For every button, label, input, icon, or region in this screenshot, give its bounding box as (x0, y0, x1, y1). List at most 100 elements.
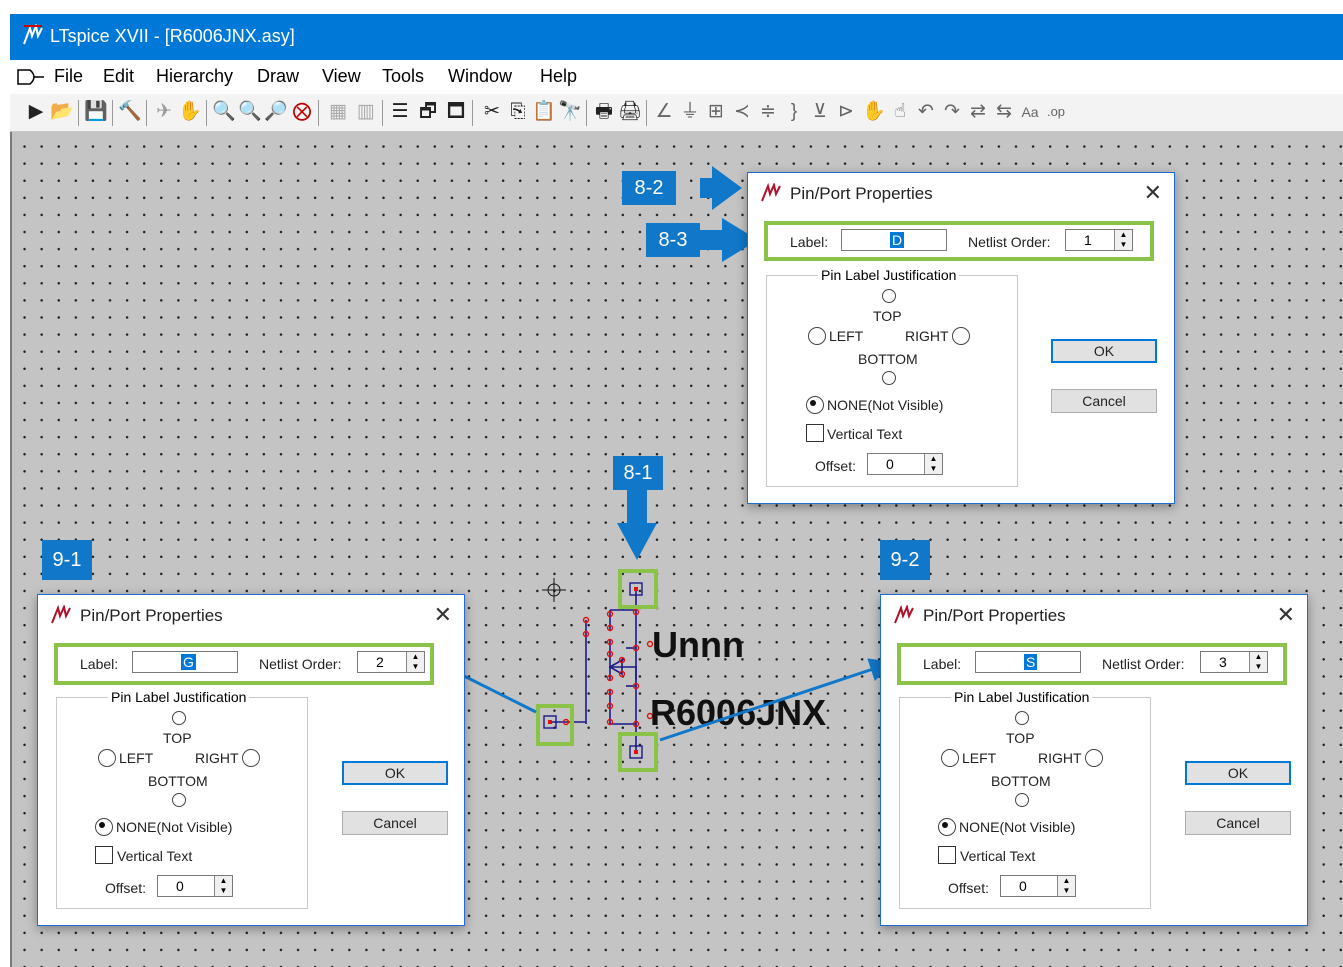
cascade-icon[interactable]: 🗗 (416, 100, 440, 124)
dialog-title: Pin/Port Properties (923, 606, 1066, 625)
rotate-icon[interactable]: ⇄ (966, 100, 990, 124)
netlist-order-stepper[interactable]: 1 ▲ ▼ (1065, 229, 1133, 251)
radio-bottom[interactable] (1015, 793, 1029, 807)
drag-icon[interactable]: ☝ (888, 100, 912, 124)
menu-file[interactable]: File (54, 66, 83, 87)
mirror-icon[interactable]: ⇆ (992, 100, 1016, 124)
spin-arrows-icon[interactable]: ▲ ▼ (406, 652, 424, 672)
copy-icon[interactable]: ⎘ (506, 100, 530, 124)
spin-arrows-icon[interactable]: ▲ ▼ (924, 454, 942, 474)
tile-icon[interactable]: ☰ (388, 100, 412, 124)
ground-icon[interactable]: ⏚ (678, 100, 702, 124)
radio-bottom[interactable] (882, 371, 896, 385)
netlist-order-stepper[interactable]: 2 ▲ ▼ (357, 651, 425, 673)
vertical-text-checkbox[interactable] (806, 424, 824, 442)
radio-left[interactable] (98, 749, 116, 767)
label-net-icon[interactable]: ⊞ (704, 100, 728, 124)
find-icon[interactable]: 🔭 (558, 100, 582, 124)
radio-right[interactable] (242, 749, 260, 767)
label-input[interactable]: G (132, 651, 238, 673)
new-icon[interactable]: ▶ (24, 100, 48, 124)
control-panel-icon[interactable]: 🔨 (118, 100, 142, 124)
resistor-icon[interactable]: ≺ (730, 100, 754, 124)
print-icon[interactable]: 🖨 (618, 100, 642, 124)
ok-button[interactable]: OK (1051, 339, 1157, 363)
zoom-in-icon[interactable]: 🔍 (212, 100, 236, 124)
radio-none[interactable] (938, 818, 956, 836)
inductor-icon[interactable]: } (782, 100, 806, 124)
justification-group-title: Pin Label Justification (108, 689, 250, 705)
dialog-title: Pin/Port Properties (790, 184, 933, 203)
redo-icon[interactable]: ↷ (940, 100, 964, 124)
dialog-title: Pin/Port Properties (80, 606, 223, 625)
menu-window[interactable]: Window (448, 66, 512, 87)
cancel-button[interactable]: Cancel (1185, 811, 1291, 835)
menu-help[interactable]: Help (540, 66, 577, 87)
pan-icon[interactable]: 🔍 (238, 100, 262, 124)
save-icon[interactable]: 💾 (84, 100, 108, 124)
open-icon[interactable]: 📂 (50, 100, 74, 124)
spin-arrows-icon[interactable]: ▲ ▼ (1057, 876, 1075, 896)
component-icon[interactable]: ⊳ (834, 100, 858, 124)
undo-icon[interactable]: ↶ (914, 100, 938, 124)
grid-icon[interactable]: ▥ (354, 100, 378, 124)
radio-top[interactable] (882, 289, 896, 303)
paste-icon[interactable]: 📋 (532, 100, 556, 124)
radio-none-label: NONE(Not Visible) (959, 819, 1076, 835)
radio-top[interactable] (172, 711, 186, 725)
vertical-text-checkbox[interactable] (95, 846, 113, 864)
label-input[interactable]: D (841, 229, 947, 251)
radio-left[interactable] (941, 749, 959, 767)
menu-tools[interactable]: Tools (382, 66, 424, 87)
toolbar-separator (206, 100, 207, 126)
diode-icon[interactable]: ⊻ (808, 100, 832, 124)
print-setup-icon[interactable]: 🖶 (592, 100, 616, 124)
cascade-all-icon[interactable]: 🗖 (444, 100, 468, 124)
spin-arrows-icon[interactable]: ▲ ▼ (214, 876, 232, 896)
ok-button[interactable]: OK (342, 761, 448, 785)
menu-view[interactable]: View (322, 66, 361, 87)
netlist-order-stepper[interactable]: 3 ▲ ▼ (1200, 651, 1268, 673)
radio-left[interactable] (808, 327, 826, 345)
menu-draw[interactable]: Draw (257, 66, 299, 87)
radio-right-label: RIGHT (195, 750, 239, 766)
zoom-out-icon[interactable]: 🔎 (264, 100, 288, 124)
move-icon[interactable]: ✋ (862, 100, 886, 124)
close-icon[interactable]: ✕ (1277, 602, 1295, 628)
cut-icon[interactable]: ✂ (480, 100, 504, 124)
window-menu-icon[interactable] (16, 68, 46, 86)
vertical-text-checkbox[interactable] (938, 846, 956, 864)
menu-edit[interactable]: Edit (103, 66, 134, 87)
spice-directive-icon[interactable]: .op (1044, 100, 1068, 124)
cancel-button[interactable]: Cancel (1051, 389, 1157, 413)
radio-top[interactable] (1015, 711, 1029, 725)
offset-stepper[interactable]: 0 ▲ ▼ (157, 875, 233, 897)
text-icon[interactable]: Aa (1018, 100, 1042, 124)
label-input[interactable]: S (975, 651, 1081, 673)
radio-none[interactable] (95, 818, 113, 836)
menu-hierarchy[interactable]: Hierarchy (156, 66, 233, 87)
ok-button[interactable]: OK (1185, 761, 1291, 785)
radio-none[interactable] (806, 396, 824, 414)
draw-line-icon[interactable]: ∠ (652, 100, 676, 124)
autorange-icon[interactable]: ▦ (326, 100, 350, 124)
radio-bottom[interactable] (172, 793, 186, 807)
offset-stepper[interactable]: 0 ▲ ▼ (867, 453, 943, 475)
radio-right-label: RIGHT (905, 328, 949, 344)
spin-arrows-icon[interactable]: ▲ ▼ (1249, 652, 1267, 672)
dialog-header: Pin/Port Properties ✕ (748, 173, 1174, 213)
run-icon[interactable]: ✈ (152, 100, 176, 124)
capacitor-icon[interactable]: ≑ (756, 100, 780, 124)
close-icon[interactable]: ✕ (434, 602, 452, 628)
spin-arrows-icon[interactable]: ▲ ▼ (1114, 230, 1132, 250)
radio-right[interactable] (952, 327, 970, 345)
toolbar-separator (472, 100, 473, 126)
dialog-header: Pin/Port Properties ✕ (881, 595, 1307, 635)
netlist-order-caption: Netlist Order: (968, 234, 1051, 250)
offset-stepper[interactable]: 0 ▲ ▼ (1000, 875, 1076, 897)
cancel-button[interactable]: Cancel (342, 811, 448, 835)
halt-icon[interactable]: ✋ (178, 100, 202, 124)
zoom-fit-icon[interactable]: ⨂ (290, 100, 314, 124)
radio-right[interactable] (1085, 749, 1103, 767)
close-icon[interactable]: ✕ (1144, 180, 1162, 206)
